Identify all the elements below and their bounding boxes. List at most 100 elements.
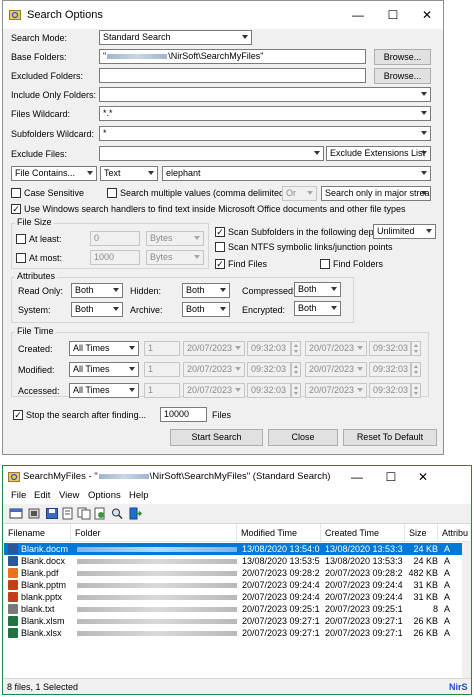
- exclude-extensions-select[interactable]: Exclude Extensions List: [326, 146, 431, 161]
- save-icon[interactable]: [45, 507, 59, 520]
- at-least-unit-select[interactable]: Bytes: [146, 231, 204, 246]
- table-row[interactable]: Blank.pdf 20/07/2023 09:28:23 20/07/2023…: [4, 567, 470, 579]
- created-from-time-spinner[interactable]: [291, 341, 301, 356]
- exclude-files-select[interactable]: [99, 146, 324, 161]
- stop-icon[interactable]: [27, 507, 41, 520]
- search-mode-select[interactable]: Standard Search: [99, 30, 252, 45]
- created-from-time[interactable]: 09:32:03: [247, 341, 291, 356]
- close-window-button[interactable]: ✕: [410, 1, 444, 29]
- menu-file[interactable]: File: [11, 490, 26, 501]
- read-only-select[interactable]: Both: [71, 283, 123, 298]
- file-contains-select[interactable]: File Contains...: [11, 166, 97, 181]
- scan-ntfs-checkbox[interactable]: [215, 242, 225, 252]
- modified-to-time[interactable]: 09:32:03: [369, 362, 411, 377]
- depth-select[interactable]: Unlimited: [373, 224, 436, 239]
- modified-time-mode-select[interactable]: All Times: [69, 362, 139, 377]
- include-only-folders-select[interactable]: [99, 87, 431, 102]
- contains-text-input[interactable]: elephant: [162, 166, 431, 181]
- files-wildcard-select[interactable]: *.*: [99, 106, 431, 121]
- maximize-button[interactable]: ☐: [375, 466, 407, 488]
- created-to-date[interactable]: 20/07/2023: [305, 341, 367, 356]
- start-search-button[interactable]: Start Search: [170, 429, 263, 446]
- archive-select[interactable]: Both: [182, 302, 230, 317]
- table-row[interactable]: Blank.xlsx 20/07/2023 09:27:13 20/07/202…: [4, 627, 470, 639]
- encrypted-select[interactable]: Both: [294, 301, 341, 316]
- menu-options[interactable]: Options: [88, 490, 121, 501]
- vertical-scrollbar[interactable]: [462, 542, 470, 679]
- table-row[interactable]: Blank.docm 13/08/2020 13:54:05 13/08/202…: [4, 543, 470, 555]
- search-major-streams-select[interactable]: Search only in major strea: [321, 186, 431, 201]
- column-modified-time[interactable]: Modified Time: [237, 524, 321, 542]
- menu-view[interactable]: View: [59, 490, 79, 501]
- column-created-time[interactable]: Created Time: [321, 524, 405, 542]
- created-from-date[interactable]: 20/07/2023: [183, 341, 245, 356]
- accessed-from-time-spinner[interactable]: [291, 383, 301, 398]
- excluded-folders-input[interactable]: [99, 68, 366, 83]
- at-least-input[interactable]: 0: [90, 231, 140, 246]
- find-icon[interactable]: [110, 507, 124, 520]
- copy-icon[interactable]: [77, 507, 91, 520]
- modified-from-time-spinner[interactable]: [291, 362, 301, 377]
- modified-from-time[interactable]: 09:32:03: [247, 362, 291, 377]
- table-row[interactable]: Blank.xlsm 20/07/2023 09:27:13 20/07/202…: [4, 615, 470, 627]
- compressed-select[interactable]: Both: [294, 282, 341, 297]
- menu-edit[interactable]: Edit: [34, 490, 50, 501]
- stop-count-input[interactable]: 10000: [160, 407, 207, 422]
- at-most-input[interactable]: 1000: [90, 250, 140, 265]
- system-select[interactable]: Both: [71, 302, 123, 317]
- modified-to-time-spinner[interactable]: [411, 362, 421, 377]
- table-row[interactable]: blank.txt 20/07/2023 09:25:18 20/07/2023…: [4, 603, 470, 615]
- html-report-icon[interactable]: [93, 507, 107, 520]
- created-count-input[interactable]: 1: [144, 341, 180, 356]
- accessed-count-input[interactable]: 1: [144, 383, 180, 398]
- table-row[interactable]: blank.pptx 20/07/2023 09:24:43 20/07/202…: [4, 591, 470, 603]
- windows-handlers-checkbox[interactable]: ✓: [11, 204, 21, 214]
- at-least-checkbox[interactable]: [16, 234, 26, 244]
- at-least-label: At least:: [29, 234, 62, 244]
- accessed-time-mode-value: All Times: [73, 385, 110, 395]
- search-multiple-checkbox[interactable]: [107, 188, 117, 198]
- table-row[interactable]: Blank.docx 13/08/2020 13:53:57 13/08/202…: [4, 555, 470, 567]
- column-filename[interactable]: Filename: [4, 524, 71, 542]
- created-to-time-spinner[interactable]: [411, 341, 421, 356]
- maximize-button[interactable]: ☐: [376, 1, 410, 29]
- created-time-mode-select[interactable]: All Times: [69, 341, 139, 356]
- accessed-time-mode-select[interactable]: All Times: [69, 383, 139, 398]
- minimize-button[interactable]: —: [341, 1, 375, 29]
- browse-base-button[interactable]: Browse...: [374, 49, 431, 65]
- at-most-checkbox[interactable]: [16, 253, 26, 263]
- column-folder[interactable]: Folder: [71, 524, 237, 542]
- modified-from-date[interactable]: 20/07/2023: [183, 362, 245, 377]
- reset-default-button[interactable]: Reset To Default: [343, 429, 437, 446]
- hidden-select[interactable]: Both: [182, 283, 230, 298]
- at-most-unit-select[interactable]: Bytes: [146, 250, 204, 265]
- or-select[interactable]: Or: [282, 186, 317, 201]
- modified-to-date[interactable]: 20/07/2023: [305, 362, 367, 377]
- content-type-select[interactable]: Text: [100, 166, 158, 181]
- exit-icon[interactable]: [128, 507, 142, 520]
- close-button[interactable]: Close: [268, 429, 338, 446]
- accessed-to-time-spinner[interactable]: [411, 383, 421, 398]
- modified-count-input[interactable]: 1: [144, 362, 180, 377]
- base-folders-input[interactable]: " \NirSoft\SearchMyFiles": [99, 49, 366, 64]
- browse-excluded-button[interactable]: Browse...: [374, 68, 431, 84]
- close-window-button[interactable]: ✕: [407, 466, 439, 488]
- menu-help[interactable]: Help: [129, 490, 149, 501]
- case-sensitive-checkbox[interactable]: [11, 188, 21, 198]
- column-attributes[interactable]: Attribu: [438, 524, 470, 542]
- column-size[interactable]: Size: [405, 524, 438, 542]
- accessed-to-date[interactable]: 20/07/2023: [305, 383, 367, 398]
- accessed-to-time[interactable]: 09:32:03: [369, 383, 411, 398]
- stop-after-checkbox[interactable]: ✓: [13, 410, 23, 420]
- minimize-button[interactable]: —: [341, 466, 373, 488]
- find-files-checkbox[interactable]: ✓: [215, 259, 225, 269]
- table-row[interactable]: Blank.pptm 20/07/2023 09:24:43 20/07/202…: [4, 579, 470, 591]
- search-options-icon[interactable]: [9, 507, 23, 520]
- subfolders-wildcard-select[interactable]: *: [99, 126, 431, 141]
- properties-icon[interactable]: [61, 507, 75, 520]
- created-to-time[interactable]: 09:32:03: [369, 341, 411, 356]
- scan-subfolders-checkbox[interactable]: ✓: [215, 227, 225, 237]
- accessed-from-time[interactable]: 09:32:03: [247, 383, 291, 398]
- find-folders-checkbox[interactable]: [320, 259, 330, 269]
- accessed-from-date[interactable]: 20/07/2023: [183, 383, 245, 398]
